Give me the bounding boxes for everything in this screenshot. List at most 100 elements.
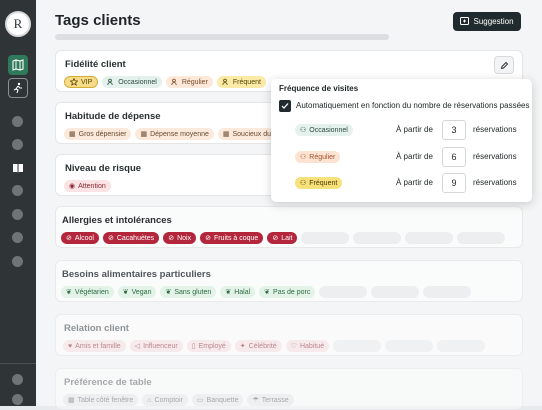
tag-placeholder — [423, 286, 472, 298]
nav-dot[interactable] — [12, 139, 23, 150]
book-icon[interactable] — [8, 158, 28, 178]
nav-dot[interactable] — [12, 374, 23, 385]
window-icon: ▦ — [68, 397, 75, 404]
tag-label: Table côté fenêtre — [77, 396, 134, 404]
tag-label: Noix — [177, 234, 192, 242]
auto-checkbox[interactable] — [279, 100, 291, 112]
tag-label: VIP — [81, 78, 93, 86]
heart-icon: ♡ — [290, 343, 297, 350]
tag-placeholder — [457, 232, 506, 244]
unit-label: réservations — [473, 178, 517, 187]
logo[interactable]: R — [5, 11, 31, 37]
auto-label: Automatiquement en fonction du nombre de… — [296, 101, 530, 110]
check-icon — [281, 103, 289, 109]
ban-icon: ⊘ — [205, 235, 211, 242]
tag-amis-famille[interactable]: ♥ Amis et famille — [63, 340, 126, 352]
frequency-popover: Fréquence de visites Automatiquement en … — [271, 79, 532, 202]
threshold-input[interactable]: 9 — [442, 173, 466, 193]
pencil-icon — [500, 61, 508, 69]
tag-label: Occasionnel — [118, 78, 157, 86]
unit-label: réservations — [473, 152, 517, 161]
walk-icon[interactable] — [8, 78, 28, 98]
tag-comptoir[interactable]: ⌂ Comptoir — [142, 394, 188, 406]
tag-placeholder — [333, 340, 382, 352]
tag-label: Célébrité — [248, 342, 277, 350]
tag-cacahuetes[interactable]: ⊘ Cacahuètes — [102, 232, 160, 244]
nav-dot[interactable] — [12, 209, 23, 220]
eye-icon: ◉ — [69, 183, 76, 190]
tag-label: Dépense moyenne — [150, 130, 209, 138]
tag-label: Banquette — [206, 396, 239, 404]
people-icon — [171, 78, 177, 86]
tag-terrasse[interactable]: ☂ Terrasse — [247, 394, 294, 406]
title-placeholder-bar — [55, 34, 389, 40]
nav-dot[interactable] — [12, 185, 23, 196]
tag-regulier: ⚇ Régulier — [295, 151, 341, 163]
tag-banquette[interactable]: ▭ Banquette — [191, 394, 244, 406]
tag-alcool[interactable]: ⊘ Alcool — [61, 232, 99, 244]
tag-soucieux[interactable]: ▦ Soucieux du — [217, 128, 277, 140]
leaf-icon: ❦ — [66, 289, 72, 296]
tag-label: Cacahuètes — [116, 234, 155, 242]
tag-celebrite[interactable]: ✦ Célébrité — [234, 340, 282, 352]
edit-button[interactable] — [494, 56, 514, 74]
suggestion-icon — [460, 17, 470, 25]
tag-label: Halal — [234, 288, 251, 296]
tag-fruits-a-coque[interactable]: ⊘ Fruits à coque — [200, 232, 264, 244]
tag-occasionnel: ⚇ Occasionnel — [295, 124, 353, 136]
nav-dot[interactable] — [12, 394, 23, 405]
ban-icon: ⊘ — [66, 235, 72, 242]
threshold-input[interactable]: 3 — [442, 120, 466, 140]
tag-label: Habitué — [299, 342, 325, 350]
tag-label: Fruits à coque — [213, 234, 259, 242]
tag-gros-depensier[interactable]: ▦ Gros dépensier — [64, 128, 132, 140]
nav-dot[interactable] — [12, 256, 23, 267]
tag-label: Fréquent — [232, 78, 261, 86]
tag-vegetarien[interactable]: ❦ Végétarien — [61, 286, 114, 298]
tag-halal[interactable]: ❦ Halal — [220, 286, 256, 298]
money-icon: ▦ — [69, 131, 76, 138]
tag-attention[interactable]: ◉ Attention — [64, 180, 111, 192]
from-label: À partir de — [396, 152, 433, 161]
sofa-icon: ▭ — [196, 397, 204, 404]
nav-dot[interactable] — [12, 116, 23, 127]
tag-label: Régulier — [309, 153, 336, 161]
tag-label: Pas de porc — [273, 288, 311, 296]
tag-placeholder — [353, 232, 402, 244]
ban-icon: ⊘ — [168, 235, 175, 242]
card-title: Allergies et intolérances — [62, 215, 172, 226]
star-icon — [70, 78, 78, 86]
tag-table-fenetre[interactable]: ▦ Table côté fenêtre — [63, 394, 139, 406]
tag-habitue[interactable]: ♡ Habitué — [285, 340, 330, 352]
tag-vegan[interactable]: ❦ Vegan — [117, 286, 157, 298]
leaf-icon: ❦ — [264, 289, 271, 296]
suggestion-button[interactable]: Suggestion — [453, 12, 521, 31]
tag-frequent: ⚇ Fréquent — [295, 177, 343, 189]
tag-influenceur[interactable]: ◁ Influenceur — [129, 340, 183, 352]
tag-occasionnel[interactable]: Occasionnel — [102, 76, 162, 88]
frequency-row: ⚇ Occasionnel À partir de 3 réservations — [271, 120, 532, 140]
tag-frequent[interactable]: Fréquent — [216, 76, 266, 88]
tag-employe[interactable]: ▯ Employé — [186, 340, 231, 352]
tag-label: Occasionnel — [309, 126, 348, 134]
tag-noix[interactable]: ⊘ Noix — [163, 232, 197, 244]
tag-pas-de-porc[interactable]: ❦ Pas de porc — [259, 286, 316, 298]
card-relation: Relation client ♥ Amis et famille ◁ Influe… — [55, 314, 523, 356]
threshold-input[interactable]: 6 — [442, 147, 466, 167]
map-icon[interactable] — [8, 55, 28, 75]
tag-lait[interactable]: ⊘ Lait — [267, 232, 298, 244]
nav-dot[interactable] — [12, 232, 23, 243]
card-title: Besoins alimentaires particuliers — [62, 269, 211, 280]
tag-label: Gros dépensier — [78, 130, 127, 138]
tag-vip[interactable]: VIP — [64, 76, 99, 88]
tag-regulier[interactable]: Régulier — [165, 76, 213, 88]
tag-depense-moyenne[interactable]: ▦ Dépense moyenne — [135, 128, 214, 140]
tag-placeholder — [405, 232, 454, 244]
tag-sans-gluten[interactable]: ❦ Sans gluten — [160, 286, 217, 298]
suggestion-label: Suggestion — [473, 17, 514, 26]
tag-placeholder — [301, 232, 350, 244]
ban-icon: ⊘ — [272, 235, 279, 242]
tag-label: Lait — [281, 234, 293, 242]
card-table: Préférence de table ▦ Table côté fenêtre … — [55, 368, 523, 410]
tag-placeholder — [437, 340, 486, 352]
